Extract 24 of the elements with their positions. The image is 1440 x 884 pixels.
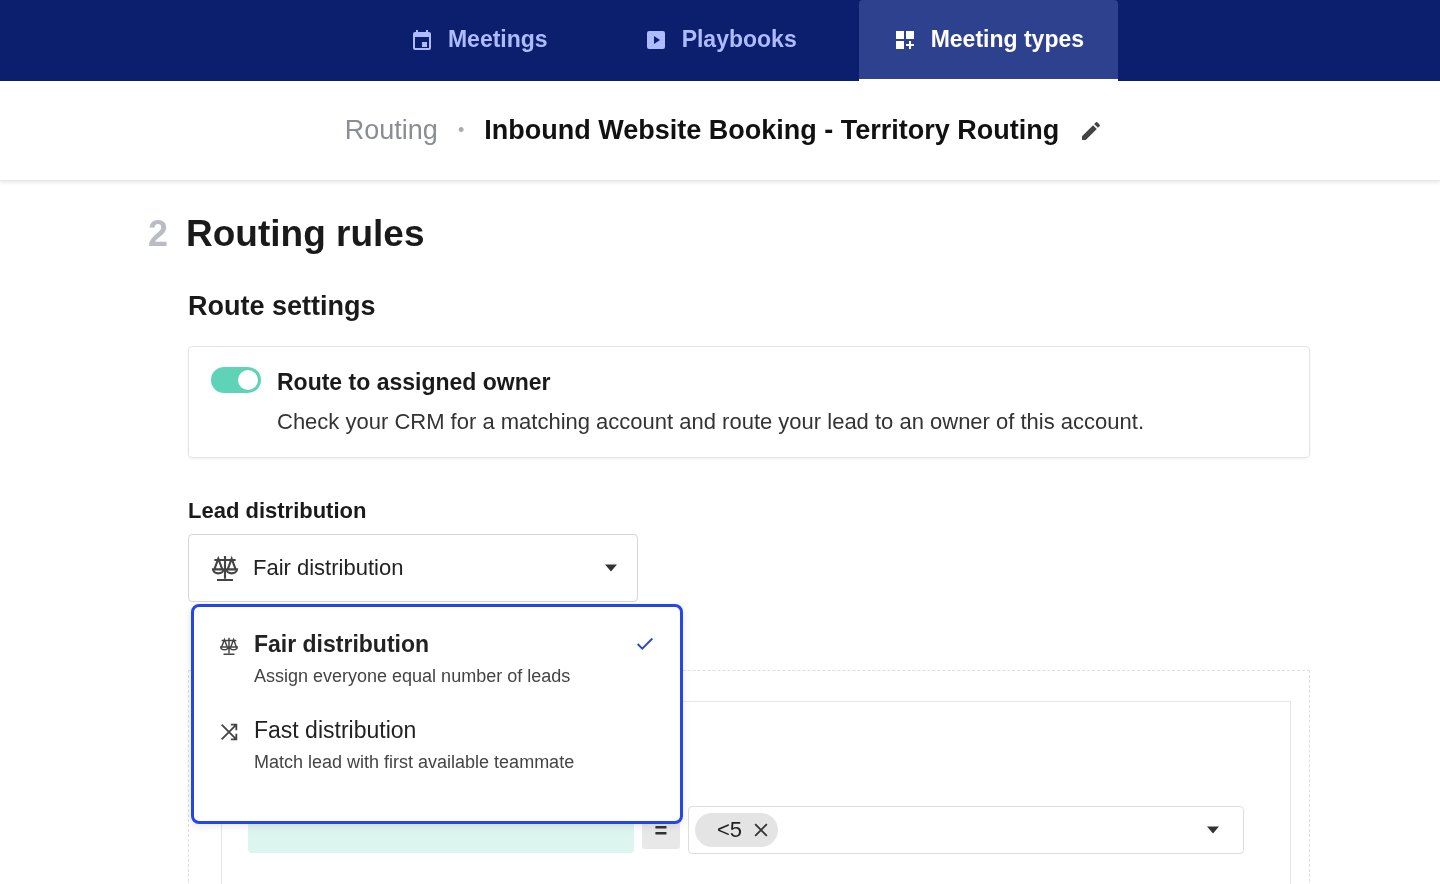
nav-tab[interactable]: Playbooks — [609, 0, 831, 79]
option-description: Match lead with first available teammate — [254, 752, 576, 773]
section-title: Routing rules — [186, 213, 425, 255]
breadcrumb-separator: • — [457, 120, 465, 141]
subsection-title: Route settings — [188, 291, 377, 322]
distribution-select[interactable]: Fair distribution — [188, 534, 638, 602]
caret-icon — [1207, 826, 1219, 834]
step-number: 2 — [148, 213, 169, 255]
value-select[interactable]: <5 — [688, 806, 1244, 854]
nav-tab[interactable]: Meetings — [375, 0, 582, 79]
close-icon[interactable] — [754, 823, 769, 837]
field-label: Lead distribution — [188, 498, 368, 524]
scale-icon — [218, 635, 240, 657]
option-description: Assign everyone equal number of leads — [254, 666, 572, 687]
page-title: Inbound Website Booking - Territory Routing — [484, 115, 1060, 146]
caret-icon — [605, 564, 617, 572]
menu-option[interactable]: Fast distribution Match lead with first available teammate — [218, 717, 656, 773]
setting-description: Check your CRM for a matching account and route your lead to an owner of this account. — [277, 409, 1144, 435]
shuffle-icon — [218, 721, 240, 743]
menu-option[interactable]: Fair distribution Assign everyone equal number of leads — [218, 631, 656, 687]
nav-tab[interactable]: Meeting types — [858, 0, 1119, 81]
value-chip: <5 — [695, 813, 779, 847]
setting-label: Route to assigned owner — [277, 368, 552, 397]
toggle-switch[interactable] — [211, 367, 261, 393]
